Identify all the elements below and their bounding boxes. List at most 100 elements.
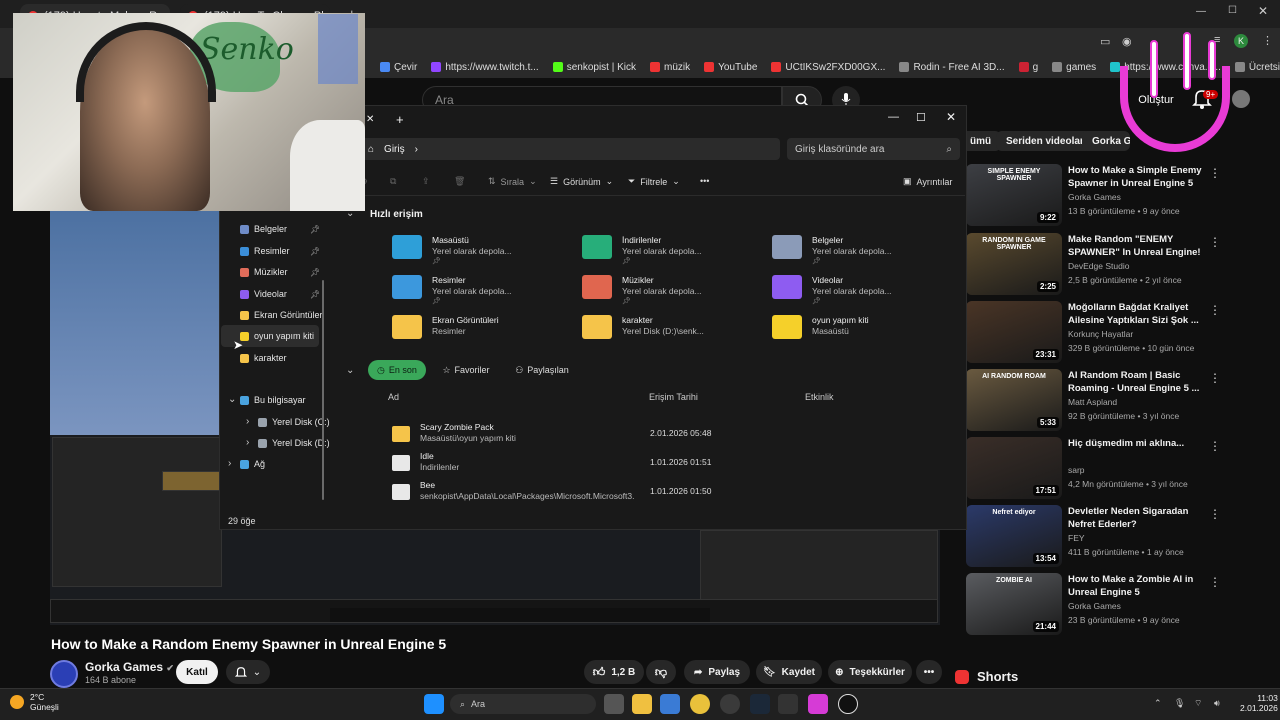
nav-item[interactable]: Videolar bbox=[240, 289, 287, 299]
video-title[interactable]: How to Make a Zombie AI in Unreal Engine… bbox=[1068, 573, 1208, 599]
app-icon[interactable] bbox=[808, 694, 828, 714]
explorer-address-bar[interactable]: ⌂ Giriş › bbox=[360, 138, 780, 160]
filter-favorites-chip[interactable]: ☆ Favoriler bbox=[434, 360, 498, 380]
nav-item[interactable]: oyun yapım kiti bbox=[240, 331, 314, 341]
close-tab-icon[interactable]: ✕ bbox=[366, 114, 374, 125]
nav-item[interactable]: Bu bilgisayar bbox=[240, 395, 306, 405]
bookmark-item[interactable]: Rodin - Free AI 3D... bbox=[899, 62, 1005, 73]
more-options-button[interactable]: ••• bbox=[700, 176, 709, 186]
quick-access-item[interactable]: Resimler Yerel olarak depola... 📌︎ bbox=[370, 273, 540, 307]
channel-avatar[interactable] bbox=[50, 660, 78, 688]
shorts-heading[interactable]: Shorts bbox=[955, 669, 1018, 684]
filter-shared-chip[interactable]: ⚇ Paylaşılan bbox=[506, 360, 578, 380]
chevron-right-icon[interactable]: › bbox=[246, 416, 249, 427]
channel-name[interactable]: Gorka Games ✔ bbox=[85, 660, 174, 674]
subscription-bell-button[interactable]: ⌄ bbox=[226, 660, 270, 684]
save-button[interactable]: 🔖︎ Kaydet bbox=[756, 660, 822, 684]
file-row[interactable]: Idle İndirilenler 1.01.2026 01:51 bbox=[390, 451, 960, 477]
channel-name[interactable]: Gorka Games bbox=[1068, 192, 1121, 202]
maximize-window-icon[interactable]: ☐ bbox=[916, 111, 926, 124]
wifi-icon[interactable]: ⌔ bbox=[1194, 698, 1202, 709]
obs-icon[interactable] bbox=[720, 694, 740, 714]
video-thumbnail[interactable]: SIMPLE ENEMY SPAWNER 9:22 bbox=[966, 164, 1062, 226]
column-header-date[interactable]: Erişim Tarihi bbox=[649, 392, 698, 402]
quick-access-item[interactable]: İndirilenler Yerel olarak depola... 📌︎ bbox=[560, 233, 730, 267]
tray-chevron-icon[interactable]: ⌃ bbox=[1154, 698, 1162, 709]
kebab-menu-icon[interactable]: ⋮ bbox=[1209, 303, 1221, 317]
nav-item[interactable]: Yerel Disk (C:) bbox=[258, 417, 330, 427]
microphone-icon[interactable]: 🎙︎ bbox=[1174, 698, 1185, 709]
copy-icon[interactable]: ⧉ bbox=[390, 176, 396, 187]
video-title[interactable]: Make Random "ENEMY SPAWNER" In Unreal En… bbox=[1068, 233, 1208, 259]
pin-icon[interactable]: 📌︎ bbox=[310, 268, 320, 277]
nav-item[interactable]: karakter bbox=[240, 353, 287, 363]
chevron-right-icon[interactable]: › bbox=[228, 458, 231, 469]
video-title[interactable]: AI Random Roam | Basic Roaming - Unreal … bbox=[1068, 369, 1208, 395]
video-thumbnail[interactable]: 17:51 bbox=[966, 437, 1062, 499]
recommended-video[interactable]: ZOMBIE AI 21:44 How to Make a Zombie AI in… bbox=[951, 573, 1251, 641]
file-row[interactable]: Scary Zombie Pack Masaüstü\oyun yapım kit… bbox=[390, 422, 960, 448]
nav-item[interactable]: Belgeler bbox=[240, 224, 287, 234]
chevron-down-icon[interactable]: ⌄ bbox=[346, 365, 354, 376]
profile-button[interactable]: K bbox=[1234, 34, 1248, 48]
column-header-activity[interactable]: Etkinlik bbox=[805, 392, 834, 402]
video-thumbnail[interactable]: AI RANDOM ROAM 5:33 bbox=[966, 369, 1062, 431]
epic-games-icon[interactable] bbox=[778, 694, 798, 714]
nav-item[interactable]: Yerel Disk (D:) bbox=[258, 438, 330, 448]
kebab-menu-icon[interactable]: ⋮ bbox=[1209, 235, 1221, 249]
more-actions-button[interactable]: ••• bbox=[916, 660, 942, 684]
chrome-icon[interactable] bbox=[690, 694, 710, 714]
start-menu-icon[interactable] bbox=[424, 694, 444, 714]
system-clock[interactable]: 11:03 2.01.2026 bbox=[1240, 693, 1278, 713]
channel-name[interactable]: Gorka Games bbox=[1068, 601, 1121, 611]
speaker-icon[interactable]: 🔊︎ bbox=[1214, 698, 1220, 709]
minimize-window-icon[interactable]: — bbox=[1196, 6, 1206, 17]
recommended-video[interactable]: AI RANDOM ROAM 5:33 AI Random Roam | Basic… bbox=[951, 369, 1251, 437]
kebab-menu-icon[interactable]: ⋮ bbox=[1209, 166, 1221, 180]
eye-off-icon[interactable]: ◉ bbox=[1122, 35, 1132, 48]
quick-access-item[interactable]: Masaüstü Yerel olarak depola... 📌︎ bbox=[370, 233, 540, 267]
recommended-video[interactable]: Nefret ediyor 13:54 Devletler Neden Sigara… bbox=[951, 505, 1251, 573]
kebab-menu-icon[interactable]: ⋮ bbox=[1209, 575, 1221, 589]
maximize-window-icon[interactable]: ☐ bbox=[1228, 5, 1237, 16]
kebab-menu-icon[interactable]: ⋮ bbox=[1209, 371, 1221, 385]
quick-access-heading[interactable]: Hızlı erişim bbox=[370, 209, 423, 220]
video-thumbnail[interactable]: Nefret ediyor 13:54 bbox=[966, 505, 1062, 567]
bookmark-item[interactable]: Çevir bbox=[380, 62, 417, 73]
explorer-search-input[interactable]: Giriş klasöründe ara ⌕ bbox=[787, 138, 960, 160]
pin-icon[interactable]: 📌︎ bbox=[310, 225, 320, 234]
like-button[interactable]: 👍︎ 1,2 B bbox=[584, 660, 644, 684]
thanks-button[interactable]: ⊕ Teşekkürler bbox=[828, 660, 912, 684]
navigation-scrollbar[interactable] bbox=[322, 280, 324, 500]
video-title[interactable]: Moğolların Bağdat Kraliyet Ailesine Yapt… bbox=[1068, 301, 1208, 327]
recommended-video[interactable]: 17:51 Hiç düşmedim mi aklına... sarp 4,2 Mn… bbox=[951, 437, 1251, 505]
dislike-button[interactable]: 👎︎ bbox=[646, 660, 676, 684]
chevron-right-icon[interactable]: › bbox=[246, 437, 249, 448]
channel-name[interactable]: Korkunç Hayatlar bbox=[1068, 329, 1133, 339]
recommended-video[interactable]: RANDOM IN GAME SPAWNER 2:25 Make Random "E… bbox=[951, 233, 1251, 301]
steam-icon[interactable] bbox=[750, 694, 770, 714]
channel-name[interactable]: sarp bbox=[1068, 465, 1085, 475]
channel-name[interactable]: Matt Aspland bbox=[1068, 397, 1117, 407]
pin-icon[interactable]: 📌︎ bbox=[310, 290, 320, 299]
bookmark-item[interactable]: UCtIKSw2FXD00GX... bbox=[771, 62, 885, 73]
video-title[interactable]: How to Make a Simple Enemy Spawner in Un… bbox=[1068, 164, 1208, 190]
join-button[interactable]: Katıl bbox=[176, 660, 218, 684]
share-icon[interactable]: ⇪ bbox=[422, 176, 430, 187]
bookmark-item[interactable]: senkopist | Kick bbox=[552, 62, 636, 73]
quick-access-item[interactable]: Müzikler Yerel olarak depola... 📌︎ bbox=[560, 273, 730, 307]
nav-item[interactable]: Ağ bbox=[240, 459, 265, 469]
cast-icon[interactable]: ▭ bbox=[1100, 35, 1110, 48]
video-thumbnail[interactable]: ZOMBIE AI 21:44 bbox=[966, 573, 1062, 635]
bookmark-item[interactable]: YouTube bbox=[704, 62, 757, 73]
column-header-name[interactable]: Ad bbox=[388, 392, 399, 402]
pin-icon[interactable]: 📌︎ bbox=[310, 247, 320, 256]
video-title[interactable]: Devletler Neden Sigaradan Nefret Ederler… bbox=[1068, 505, 1208, 531]
nav-item[interactable]: Resimler bbox=[240, 246, 290, 256]
close-window-icon[interactable]: ✕ bbox=[1258, 4, 1268, 18]
video-thumbnail[interactable]: RANDOM IN GAME SPAWNER 2:25 bbox=[966, 233, 1062, 295]
avatar[interactable] bbox=[1232, 90, 1250, 108]
chevron-down-icon[interactable]: ⌄ bbox=[228, 394, 236, 405]
chip-series-videos[interactable]: Seriden videolar bbox=[996, 131, 1094, 151]
details-pane-button[interactable]: ▣ Ayrıntılar bbox=[903, 176, 952, 187]
